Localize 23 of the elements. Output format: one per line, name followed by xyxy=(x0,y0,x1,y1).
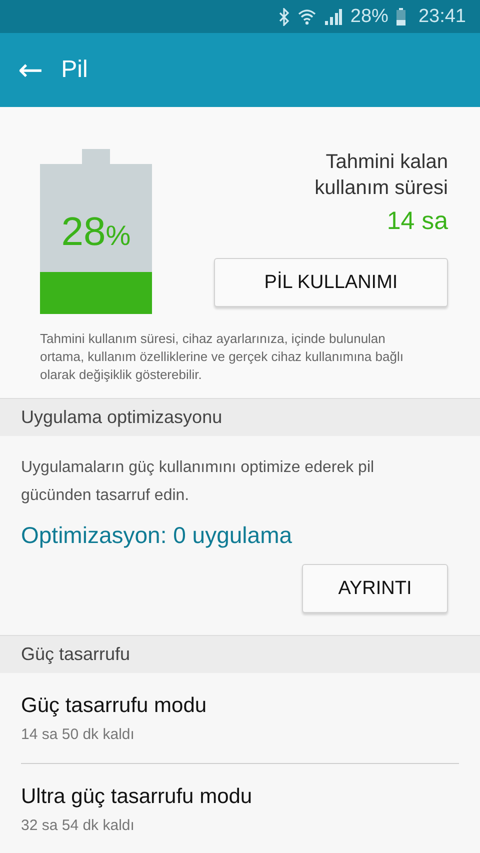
optimization-description: Uygulamaların güç kullanımını optimize ederek pil gücünden tasarruf edin. xyxy=(21,458,376,506)
bluetooth-icon xyxy=(278,8,290,26)
power-mode-item[interactable]: Güç tasarrufu modu 14 sa 50 dk kaldı xyxy=(21,673,459,764)
optimization-status[interactable]: Optimizasyon: 0 uygulama xyxy=(21,522,448,549)
item-title: Güç tasarrufu modu xyxy=(21,694,208,718)
power-mode-item[interactable]: Ultra güç tasarrufu modu 32 sa 54 dk kaldı xyxy=(21,764,459,853)
section-header: Güç tasarrufu xyxy=(0,635,480,673)
item-title: Ultra güç tasarrufu modu xyxy=(21,784,254,808)
signal-icon xyxy=(324,8,342,24)
battery-percentage: 28% xyxy=(350,6,388,28)
section-header: Uygulama optimizasyonu xyxy=(0,398,480,436)
screen-title: Pil xyxy=(61,56,88,84)
estimate-label: Tahmini kalan kullanım süresi xyxy=(314,150,448,201)
battery-usage-button[interactable]: PİL KULLANIMI xyxy=(214,258,448,307)
battery-icon xyxy=(396,8,406,26)
estimate-value: 14 sa xyxy=(386,207,448,236)
clock: 23:41 xyxy=(418,6,466,28)
battery-percent: 28% xyxy=(61,210,131,254)
details-button[interactable]: AYRINTI xyxy=(302,564,448,613)
wifi-icon xyxy=(298,8,316,26)
estimate-note: Tahmini kullanım süresi, cihaz ayarlarınıza, içinde bulunulan ortama, kullanım özelliklerine ve gerçek cihaz kullanımına bağlı olarak değişiklik gösterebilir. xyxy=(40,330,404,384)
item-subtitle: 14 sa 50 dk kaldı xyxy=(21,726,136,742)
item-subtitle: 32 sa 54 dk kaldı xyxy=(21,816,136,834)
